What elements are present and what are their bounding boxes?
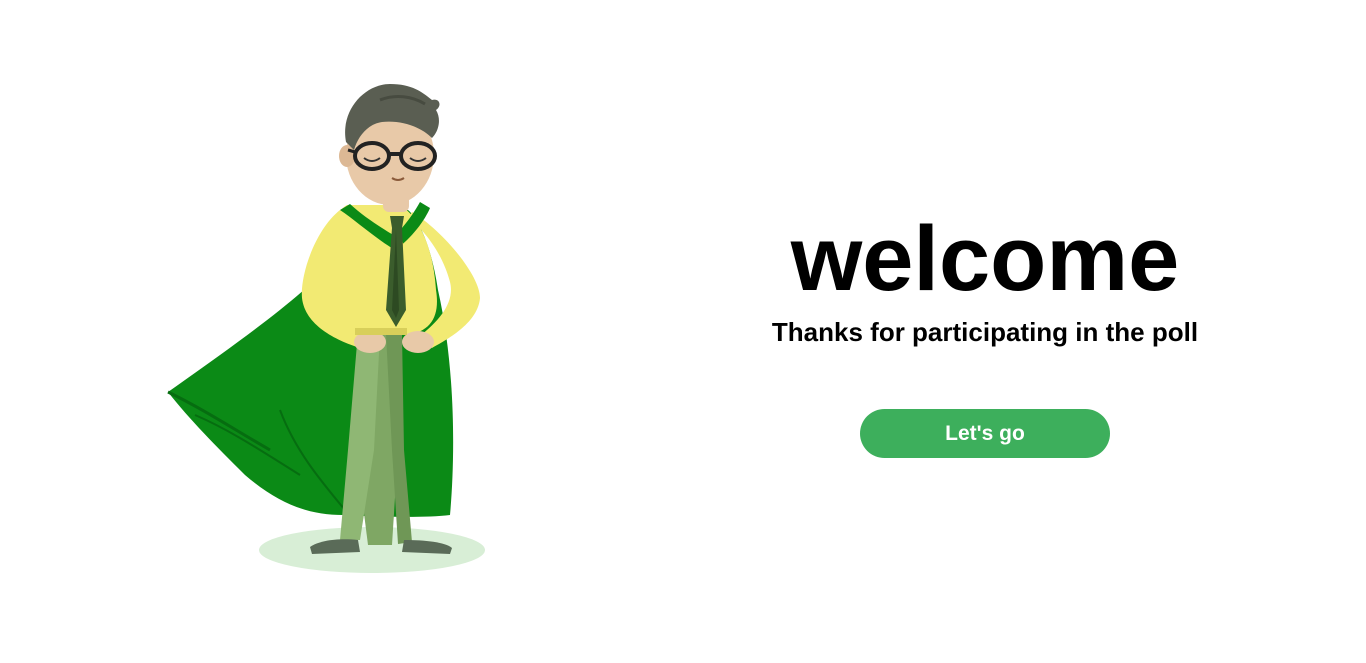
welcome-panel: welcome Thanks for participating in the …: [735, 205, 1235, 458]
lets-go-button[interactable]: Let's go: [860, 409, 1110, 458]
page-title: welcome: [790, 208, 1180, 310]
superhero-man-icon: [167, 84, 485, 573]
subtitle: Thanks for participating in the poll: [771, 317, 1199, 347]
hero-illustration: [150, 70, 510, 590]
